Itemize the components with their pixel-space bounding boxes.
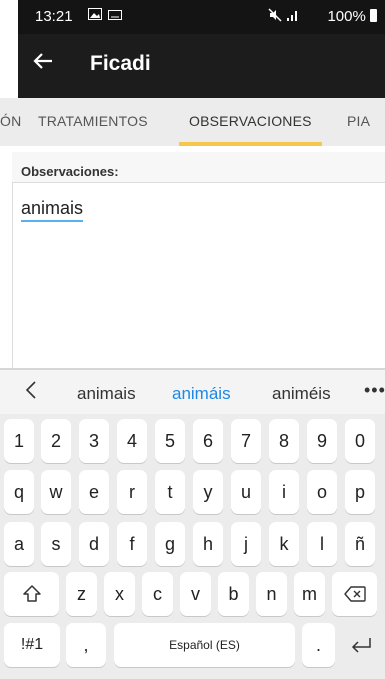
key-2[interactable]: 2: [41, 419, 71, 463]
key-8[interactable]: 8: [269, 419, 299, 463]
key-r[interactable]: r: [117, 470, 147, 514]
key-n[interactable]: n: [256, 572, 287, 616]
chevron-left-icon[interactable]: [25, 380, 37, 406]
key-4[interactable]: 4: [117, 419, 147, 463]
key-i[interactable]: i: [269, 470, 299, 514]
tab-tratamientos[interactable]: TRATAMIENTOS: [38, 113, 148, 129]
mute-icon: [268, 8, 282, 25]
period-key[interactable]: .: [302, 623, 335, 667]
key-j[interactable]: j: [231, 522, 261, 566]
shift-key[interactable]: [4, 572, 59, 616]
tab-bar: ÓN TRATAMIENTOS OBSERVACIONES PIA: [0, 98, 385, 146]
key-5[interactable]: 5: [155, 419, 185, 463]
observations-label: Observaciones:: [21, 164, 119, 179]
suggestion-2[interactable]: animáis: [172, 384, 231, 404]
tab-informacion[interactable]: ÓN: [0, 113, 21, 129]
key-n-tilde[interactable]: ñ: [345, 522, 375, 566]
key-h[interactable]: h: [193, 522, 223, 566]
screen: 13:21 100% Ficadi ÓN TRATAMIENTOS OBSERV…: [0, 0, 385, 679]
suggestion-1[interactable]: animais: [77, 384, 136, 404]
more-suggestions-icon[interactable]: •••: [364, 380, 385, 401]
status-bar: 13:21 100%: [18, 0, 385, 34]
key-x[interactable]: x: [104, 572, 135, 616]
enter-icon: [351, 638, 371, 653]
observations-panel: [12, 152, 385, 371]
back-arrow-icon[interactable]: [32, 48, 54, 78]
key-y[interactable]: y: [193, 470, 223, 514]
key-k[interactable]: k: [269, 522, 299, 566]
symbols-key[interactable]: !#1: [4, 623, 60, 667]
signal-icon: [286, 8, 300, 25]
key-3[interactable]: 3: [79, 419, 109, 463]
status-time: 13:21: [35, 8, 73, 25]
observations-input[interactable]: animais: [21, 198, 84, 222]
key-q[interactable]: q: [4, 470, 34, 514]
image-notification-icon: [88, 8, 102, 23]
suggestion-3[interactable]: animéis: [272, 384, 331, 404]
suggestion-bar: animais animáis animéis •••: [0, 370, 385, 414]
key-6[interactable]: 6: [193, 419, 223, 463]
key-f[interactable]: f: [117, 522, 147, 566]
space-key[interactable]: Español (ES): [114, 623, 295, 667]
key-a[interactable]: a: [4, 522, 34, 566]
key-b[interactable]: b: [218, 572, 249, 616]
key-p[interactable]: p: [345, 470, 375, 514]
key-t[interactable]: t: [155, 470, 185, 514]
active-tab-indicator: [179, 142, 322, 146]
key-o[interactable]: o: [307, 470, 337, 514]
backspace-icon: [343, 586, 366, 602]
key-z[interactable]: z: [66, 572, 97, 616]
battery-percent: 100%: [327, 8, 366, 25]
key-0[interactable]: 0: [345, 419, 375, 463]
tab-pia[interactable]: PIA: [347, 113, 370, 129]
key-1[interactable]: 1: [4, 419, 34, 463]
keyboard-notification-icon: [108, 8, 122, 23]
key-u[interactable]: u: [231, 470, 261, 514]
key-g[interactable]: g: [155, 522, 185, 566]
key-m[interactable]: m: [294, 572, 325, 616]
comma-key[interactable]: ,: [66, 623, 106, 667]
key-c[interactable]: c: [142, 572, 173, 616]
tab-observaciones[interactable]: OBSERVACIONES: [189, 113, 312, 129]
keyboard: 1 2 3 4 5 6 7 8 9 0 q w e r t y u i o p …: [0, 414, 385, 679]
battery-status: 100%: [327, 8, 377, 25]
app-title: Ficadi: [90, 52, 151, 75]
battery-icon: [370, 9, 377, 22]
key-9[interactable]: 9: [307, 419, 337, 463]
key-e[interactable]: e: [79, 470, 109, 514]
key-w[interactable]: w: [41, 470, 71, 514]
key-s[interactable]: s: [41, 522, 71, 566]
backspace-key[interactable]: [332, 572, 377, 616]
key-d[interactable]: d: [79, 522, 109, 566]
app-bar: Ficadi: [18, 34, 385, 98]
key-7[interactable]: 7: [231, 419, 261, 463]
key-l[interactable]: l: [307, 522, 337, 566]
shift-icon: [22, 585, 41, 602]
key-v[interactable]: v: [180, 572, 211, 616]
enter-key[interactable]: [341, 623, 381, 667]
